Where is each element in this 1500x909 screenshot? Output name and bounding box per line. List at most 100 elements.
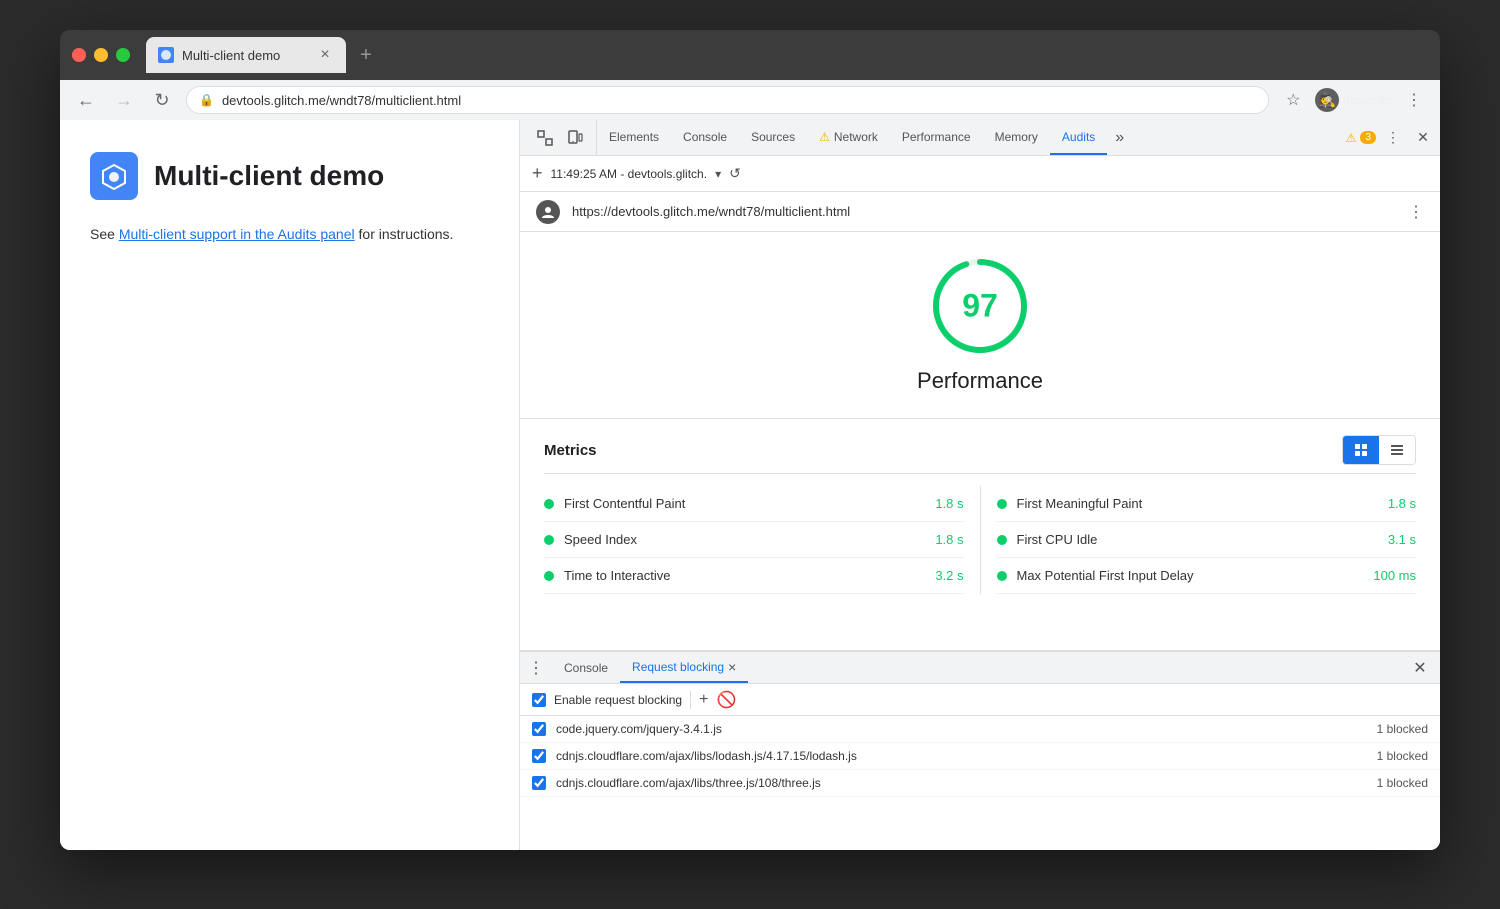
score-value: 97: [962, 288, 998, 325]
metric-status-dot: [544, 535, 554, 545]
score-circle: 97: [930, 256, 1030, 356]
audit-avatar: [536, 200, 560, 224]
description-suffix: for instructions.: [355, 226, 454, 242]
request-block-checkbox[interactable]: [532, 776, 546, 790]
metric-status-dot: [997, 571, 1007, 581]
metrics-view-toggle: [1342, 435, 1416, 465]
devtools-close-button[interactable]: ✕: [1410, 125, 1436, 151]
tab-favicon: [158, 47, 174, 63]
metric-name: Speed Index: [564, 532, 927, 547]
grid-view-button[interactable]: [1343, 436, 1379, 464]
browser-tab[interactable]: Multi-client demo ×: [146, 37, 346, 73]
metric-value: 3.1 s: [1388, 532, 1416, 547]
bookmark-button[interactable]: ☆: [1279, 86, 1307, 114]
metric-name: Max Potential First Input Delay: [1017, 568, 1366, 583]
network-warning-icon: ⚠: [819, 130, 830, 144]
maximize-window-button[interactable]: [116, 48, 130, 62]
metric-row: Time to Interactive 3.2 s: [544, 558, 964, 594]
inspect-element-button[interactable]: [532, 125, 558, 151]
address-actions: ☆ 🕵 Incognito ⋮: [1279, 86, 1428, 114]
page-description: See Multi-client support in the Audits p…: [90, 224, 489, 245]
metric-row: Speed Index 1.8 s: [544, 522, 964, 558]
devtools-settings-button[interactable]: ⋮: [1380, 125, 1406, 151]
blocked-count: 1 blocked: [1377, 722, 1428, 736]
enable-request-blocking-label: Enable request blocking: [554, 693, 682, 707]
metric-name: First Contentful Paint: [564, 496, 927, 511]
drawer-menu-button[interactable]: ⋮: [528, 658, 544, 678]
request-blocking-list: code.jquery.com/jquery-3.4.1.js 1 blocke…: [520, 716, 1440, 850]
list-item: cdnjs.cloudflare.com/ajax/libs/lodash.js…: [520, 743, 1440, 770]
score-section: 97 Performance: [520, 232, 1440, 419]
metric-value: 1.8 s: [935, 532, 963, 547]
session-bar: + 11:49:25 AM - devtools.glitch. ▾ ↺: [520, 156, 1440, 192]
drawer-tab-console[interactable]: Console: [552, 652, 620, 683]
minimize-window-button[interactable]: [94, 48, 108, 62]
more-tabs-button[interactable]: »: [1107, 129, 1132, 147]
add-pattern-button[interactable]: +: [699, 691, 708, 709]
drawer-tab-close-button[interactable]: ×: [728, 659, 736, 675]
forward-button[interactable]: →: [110, 86, 138, 114]
metric-status-dot: [544, 499, 554, 509]
metrics-left-column: First Contentful Paint 1.8 s Speed Index…: [544, 486, 980, 594]
metric-row: Max Potential First Input Delay 100 ms: [997, 558, 1417, 594]
device-emulation-button[interactable]: [562, 125, 588, 151]
address-field[interactable]: 🔒 devtools.glitch.me/wndt78/multiclient.…: [186, 86, 1269, 114]
page-title: Multi-client demo: [154, 160, 384, 192]
request-blocking-toolbar: Enable request blocking + 🚫: [520, 684, 1440, 716]
metric-status-dot: [997, 535, 1007, 545]
request-url: cdnjs.cloudflare.com/ajax/libs/three.js/…: [556, 776, 1367, 790]
tab-bar: Multi-client demo × +: [146, 37, 1428, 73]
tab-elements[interactable]: Elements: [597, 120, 671, 155]
description-prefix: See: [90, 226, 119, 242]
incognito-label: Incognito: [1343, 93, 1392, 107]
add-session-button[interactable]: +: [532, 163, 543, 184]
block-all-button[interactable]: 🚫: [716, 690, 736, 710]
tab-sources[interactable]: Sources: [739, 120, 807, 155]
session-dropdown-button[interactable]: ▾: [715, 167, 721, 181]
reload-button[interactable]: ↻: [148, 86, 176, 114]
metric-name: Time to Interactive: [564, 568, 927, 583]
metrics-header: Metrics: [544, 435, 1416, 474]
tab-memory[interactable]: Memory: [983, 120, 1050, 155]
more-options-button[interactable]: ⋮: [1400, 86, 1428, 114]
session-name: 11:49:25 AM - devtools.glitch.: [551, 167, 708, 181]
audits-panel-link[interactable]: Multi-client support in the Audits panel: [119, 226, 355, 242]
page-content: Multi-client demo See Multi-client suppo…: [60, 120, 520, 850]
back-button[interactable]: ←: [72, 86, 100, 114]
metrics-section: Metrics First Contentful: [520, 419, 1440, 650]
devtools-drawer: ⋮ Console Request blocking × ✕ Enable re…: [520, 650, 1440, 850]
tab-close-button[interactable]: ×: [316, 46, 334, 64]
tab-network[interactable]: ⚠ Network: [807, 120, 890, 155]
metric-status-dot: [544, 571, 554, 581]
session-reload-button[interactable]: ↺: [729, 165, 741, 182]
close-window-button[interactable]: [72, 48, 86, 62]
request-block-checkbox[interactable]: [532, 749, 546, 763]
page-logo-icon: [90, 152, 138, 200]
metric-name: First CPU Idle: [1017, 532, 1380, 547]
request-block-checkbox[interactable]: [532, 722, 546, 736]
page-logo: Multi-client demo: [90, 152, 489, 200]
audit-url-bar: https://devtools.glitch.me/wndt78/multic…: [520, 192, 1440, 232]
traffic-lights: [72, 48, 130, 62]
tab-performance[interactable]: Performance: [890, 120, 983, 155]
tab-console[interactable]: Console: [671, 120, 739, 155]
enable-request-blocking-checkbox[interactable]: [532, 693, 546, 707]
address-bar: ← → ↻ 🔒 devtools.glitch.me/wndt78/multic…: [60, 80, 1440, 120]
devtools-panel: Elements Console Sources ⚠ Network Perfo…: [520, 120, 1440, 850]
audit-more-button[interactable]: ⋮: [1408, 202, 1424, 222]
metric-name: First Meaningful Paint: [1017, 496, 1380, 511]
browser-window: Multi-client demo × + ← → ↻ 🔒 devtools.g…: [60, 30, 1440, 850]
incognito-icon: 🕵: [1315, 88, 1339, 112]
devtools-toolbar: [524, 120, 597, 155]
new-tab-button[interactable]: +: [350, 39, 382, 71]
tab-audits[interactable]: Audits: [1050, 120, 1107, 155]
list-view-button[interactable]: [1379, 436, 1415, 464]
devtools-tab-bar: Elements Console Sources ⚠ Network Perfo…: [520, 120, 1440, 156]
metric-value: 1.8 s: [935, 496, 963, 511]
drawer-tab-request-blocking[interactable]: Request blocking ×: [620, 652, 748, 683]
devtools-tab-actions: ⚠ 3 ⋮ ✕: [1346, 125, 1436, 151]
drawer-close-button[interactable]: ✕: [1408, 656, 1432, 680]
metric-status-dot: [997, 499, 1007, 509]
list-item: cdnjs.cloudflare.com/ajax/libs/three.js/…: [520, 770, 1440, 797]
audit-url: https://devtools.glitch.me/wndt78/multic…: [572, 204, 1396, 219]
